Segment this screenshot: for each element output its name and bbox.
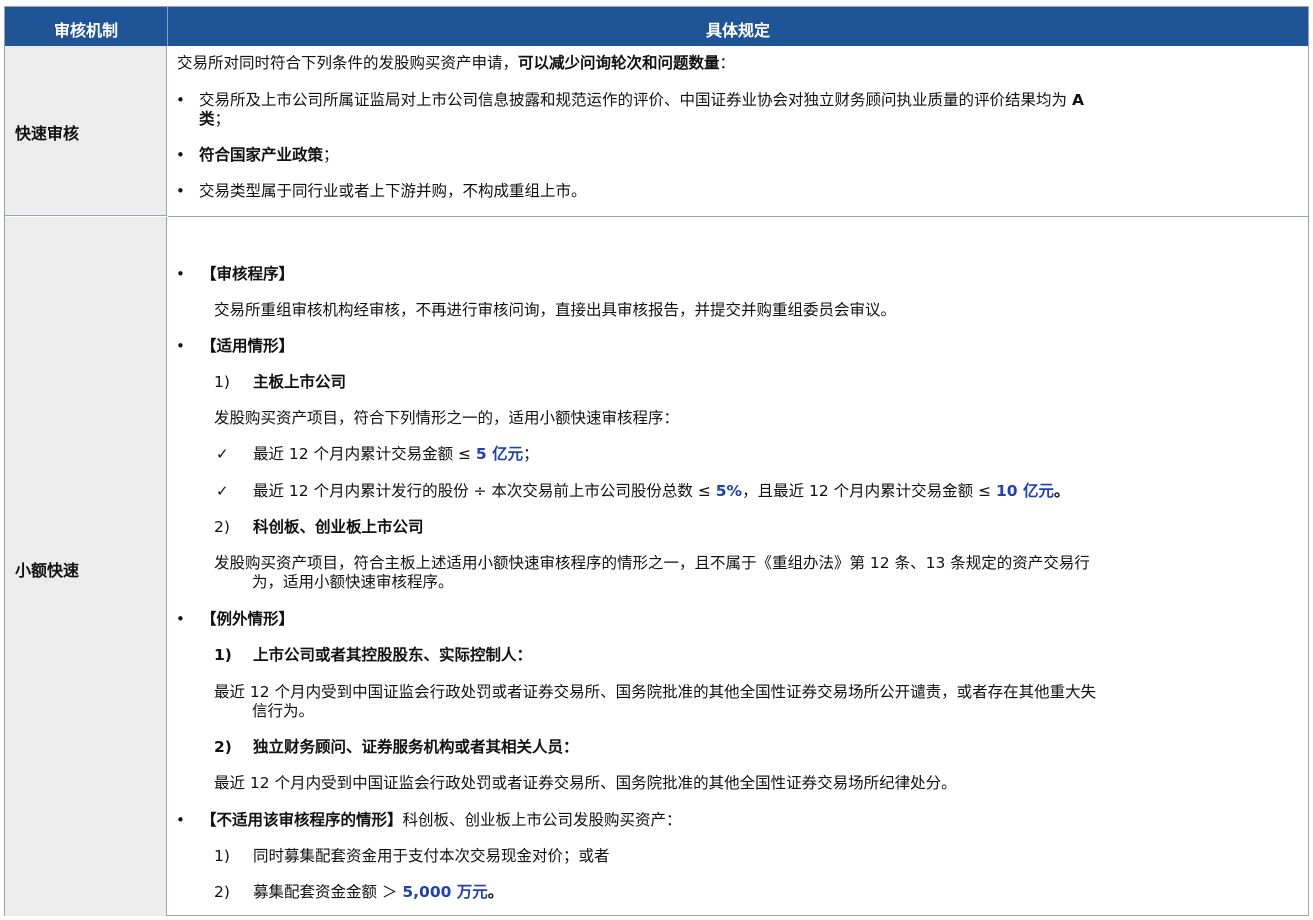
item-listed-company-text-cont: 信行为。	[252, 702, 315, 720]
header-col-mechanism: 审核机制	[5, 7, 168, 46]
row-label-fast-review: 快速审核	[5, 46, 167, 216]
item-number: 1)	[214, 373, 230, 391]
item-number: 2)	[214, 518, 230, 536]
item-number: 1)	[214, 646, 232, 664]
header-col-rules: 具体规定	[168, 7, 1308, 46]
bullet-icon: •	[176, 265, 185, 283]
bullet-icon: •	[176, 91, 185, 109]
row-content-fast-review: 交易所对同时符合下列条件的发股购买资产申请，可以减少问询轮次和问题数量： • 交…	[168, 46, 1308, 217]
section-not-applicable: 【不适用该审核程序的情形】科创板、创业板上市公司发股购买资产：	[201, 811, 682, 829]
row-label-small-fast: 小额快速	[5, 217, 167, 916]
fast-review-bullet-2: 符合国家产业政策；	[199, 146, 339, 164]
section-applicable-title: 【适用情形】	[201, 337, 295, 355]
check-icon: ✓	[216, 445, 229, 463]
check-condition-1: 最近 12 个月内累计交易金额 ≤ 5 亿元；	[253, 445, 539, 463]
fast-review-bullet-3: 交易类型属于同行业或者上下游并购，不构成重组上市。	[199, 182, 587, 200]
fast-review-intro: 交易所对同时符合下列条件的发股购买资产申请，可以减少问询轮次和问题数量：	[177, 54, 736, 72]
item-advisor-title: 独立财务顾问、证券服务机构或者其相关人员：	[253, 738, 579, 756]
section-review-procedure-text: 交易所重组审核机构经审核，不再进行审核问询，直接出具审核报告，并提交并购重组委员…	[214, 301, 897, 319]
section-exceptions-title: 【例外情形】	[201, 610, 295, 628]
check-icon: ✓	[216, 482, 229, 500]
item-number: 2)	[214, 738, 232, 756]
rules-table: 审核机制 具体规定 快速审核 交易所对同时符合下列条件的发股购买资产申请，可以减…	[4, 6, 1309, 916]
check-condition-2: 最近 12 个月内累计发行的股份 ÷ 本次交易前上市公司股份总数 ≤ 5%，且最…	[253, 482, 1070, 500]
item-main-board-title: 主板上市公司	[253, 373, 347, 391]
bullet-icon: •	[176, 811, 185, 829]
item-number: 2)	[214, 883, 230, 901]
bullet-icon: •	[176, 182, 185, 200]
item-listed-company-text: 最近 12 个月内受到中国证监会行政处罚或者证券交易所、国务院批准的其他全国性证…	[214, 683, 1097, 701]
item-supporting-funds-text: 同时募集配套资金用于支付本次交易现金对价；或者	[253, 847, 610, 865]
fast-review-bullet-1: 交易所及上市公司所属证监局对上市公司信息披露和规范运作的评价、中国证券业协会对独…	[199, 91, 1084, 109]
section-review-procedure-title: 【审核程序】	[201, 265, 295, 283]
item-star-gem-text: 发股购买资产项目，符合主板上述适用小额快速审核程序的情形之一，且不属于《重组办法…	[214, 554, 1090, 572]
item-number: 1)	[214, 847, 230, 865]
item-star-gem-text-cont: 为，适用小额快速审核程序。	[252, 573, 454, 591]
item-main-board-text: 发股购买资产项目，符合下列情形之一的，适用小额快速审核程序：	[214, 409, 680, 427]
item-listed-company-title: 上市公司或者其控股股东、实际控制人：	[253, 646, 533, 664]
bullet-icon: •	[176, 610, 185, 628]
bullet-icon: •	[176, 337, 185, 355]
item-funds-amount-text: 募集配套资金金额 ＞ 5,000 万元。	[253, 883, 504, 901]
bullet-icon: •	[176, 146, 185, 164]
item-star-gem-title: 科创板、创业板上市公司	[253, 518, 424, 536]
fast-review-bullet-1-cont: 类；	[199, 110, 231, 128]
row-content-small-fast: • 【审核程序】 交易所重组审核机构经审核，不再进行审核问询，直接出具审核报告，…	[168, 217, 1308, 916]
item-advisor-text: 最近 12 个月内受到中国证监会行政处罚或者证券交易所、国务院批准的其他全国性证…	[214, 774, 957, 792]
